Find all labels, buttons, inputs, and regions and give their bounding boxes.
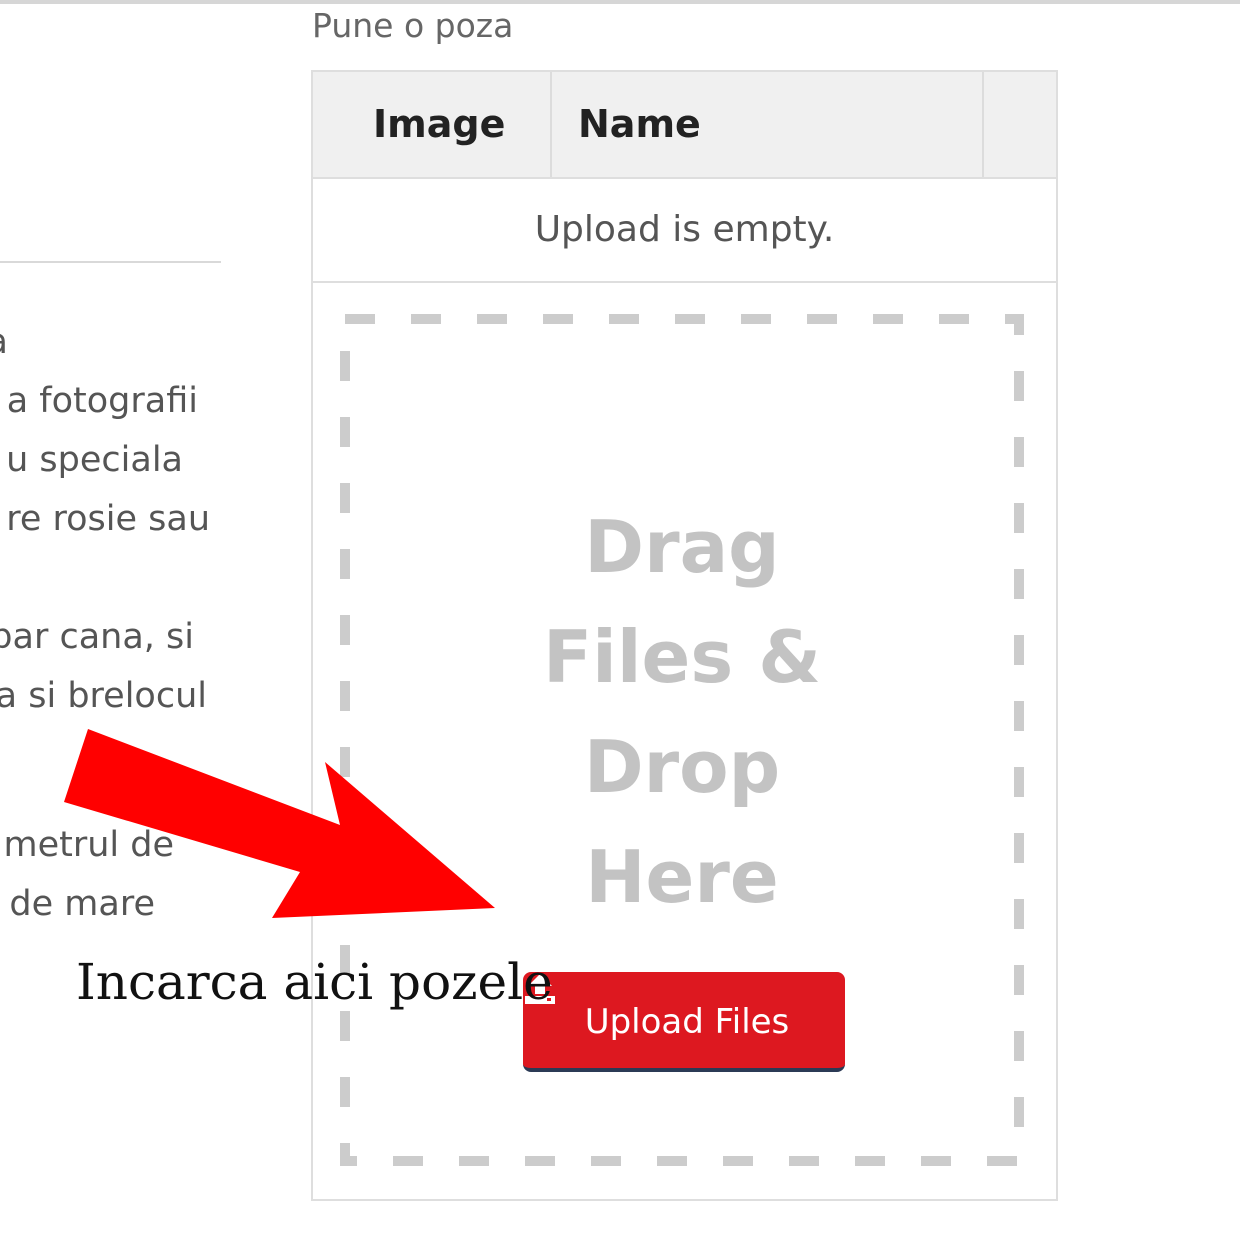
description-line: par cana, si bbox=[0, 617, 194, 657]
column-divider bbox=[982, 72, 984, 177]
drop-text-line: Files & bbox=[542, 615, 822, 699]
column-header-image: Image bbox=[373, 102, 506, 146]
drop-zone[interactable]: Drag Files & Drop Here Upload Files bbox=[340, 314, 1024, 1166]
drop-zone-instructions: Drag Files & Drop Here bbox=[340, 492, 1024, 932]
description-line: a bbox=[0, 320, 8, 364]
file-upload-panel: Image Name Upload is empty. Drag Files &… bbox=[311, 70, 1058, 1201]
description-line: de mare bbox=[9, 884, 155, 924]
column-divider bbox=[550, 72, 552, 177]
annotation-caption: Incarca aici pozele bbox=[76, 953, 553, 1011]
description-line: metrul de bbox=[3, 825, 174, 865]
upload-section-title: Pune o poza bbox=[312, 6, 514, 45]
drop-text-line: Here bbox=[585, 835, 779, 919]
left-divider bbox=[0, 261, 221, 263]
drop-text-line: Drag bbox=[584, 505, 780, 589]
drop-text-line: Drop bbox=[583, 725, 781, 809]
description-line: u speciala bbox=[6, 440, 183, 480]
product-description: a a fotografii u speciala re rosie sau p… bbox=[0, 308, 290, 958]
upload-table-header: Image Name bbox=[313, 72, 1056, 179]
description-line: a fotografii bbox=[6, 381, 198, 421]
empty-upload-message: Upload is empty. bbox=[313, 179, 1056, 283]
description-line: re rosie sau bbox=[6, 499, 210, 539]
upload-files-button[interactable]: Upload Files bbox=[523, 972, 845, 1072]
upload-button-label: Upload Files bbox=[584, 1002, 790, 1042]
column-header-name: Name bbox=[578, 102, 701, 146]
top-divider bbox=[0, 0, 1240, 4]
description-line: a si brelocul bbox=[0, 676, 207, 716]
